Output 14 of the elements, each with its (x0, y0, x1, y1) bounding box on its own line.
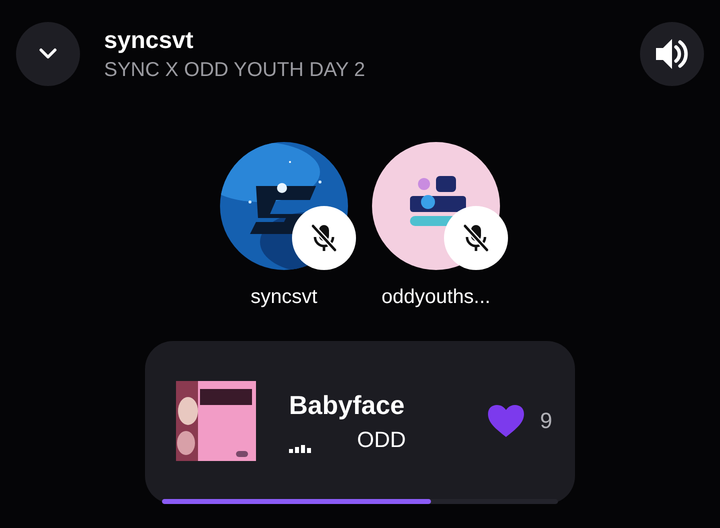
room-subtitle: SYNC X ODD YOUTH DAY 2 (104, 58, 366, 82)
heart-icon[interactable] (486, 403, 526, 439)
room-title: syncsvt (104, 26, 194, 54)
artist-name: ODD (357, 427, 406, 453)
participant-name: syncsvt (250, 286, 318, 309)
speaker-icon (654, 37, 690, 71)
now-playing-card[interactable]: Babyface ODD 9 (145, 341, 575, 504)
song-title: Babyface (289, 390, 405, 421)
like-count: 9 (540, 408, 552, 434)
chevron-down-icon (38, 48, 58, 60)
equalizer-icon (289, 443, 313, 453)
mic-off-icon (310, 223, 338, 253)
participant-name: oddyouths... (382, 286, 490, 309)
mic-off-icon (462, 223, 490, 253)
